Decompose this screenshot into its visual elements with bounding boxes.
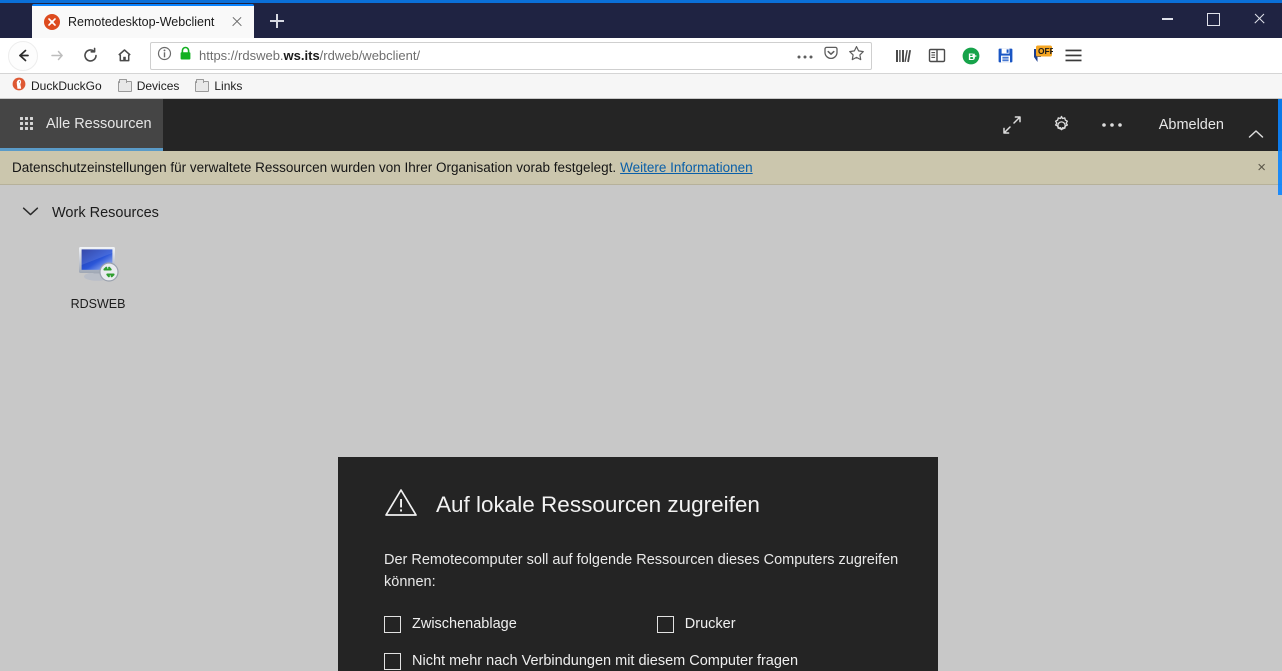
- rdweb-header: Alle Ressourcen Abmelden: [0, 99, 1282, 151]
- scrollbar-thumb[interactable]: [1278, 99, 1282, 195]
- local-resources-dialog: Auf lokale Ressourcen zugreifen Der Remo…: [338, 457, 938, 671]
- checkbox-zwischenablage[interactable]: Zwischenablage: [384, 615, 517, 633]
- url-text[interactable]: https://rdsweb.ws.its/rdweb/webclient/: [199, 48, 420, 63]
- checkbox-label: Drucker: [684, 616, 736, 633]
- minimize-icon[interactable]: [1144, 0, 1190, 38]
- browser-window: Remotedesktop-Webclient https://rdsweb.w…: [0, 0, 1282, 671]
- navigation-toolbar: https://rdsweb.ws.its/rdweb/webclient/ B…: [0, 38, 1282, 74]
- checkbox-label: Zwischenablage: [412, 616, 517, 633]
- notification-text: Datenschutzeinstellungen für verwaltete …: [12, 160, 617, 175]
- dialog-title: Auf lokale Ressourcen zugreifen: [436, 492, 760, 517]
- page-info-icon[interactable]: [157, 46, 172, 66]
- remote-desktop-icon: [74, 241, 122, 290]
- forward-arrow-icon: [40, 41, 72, 71]
- ellipsis-icon[interactable]: [1087, 99, 1137, 151]
- checkbox-box[interactable]: [384, 615, 401, 633]
- tab-title: Remotedesktop-Webclient: [68, 15, 215, 29]
- grid-icon: [20, 117, 33, 130]
- checkbox-box[interactable]: [384, 652, 401, 670]
- dialog-body-text: Der Remotecomputer soll auf folgende Res…: [384, 552, 899, 591]
- expand-arrows-icon[interactable]: [987, 99, 1037, 151]
- page-scrollbar[interactable]: [1278, 99, 1282, 671]
- bookmark-links[interactable]: Links: [189, 77, 248, 95]
- checkbox-box[interactable]: [656, 615, 674, 633]
- rdweb-header-actions: Abmelden: [987, 99, 1282, 151]
- folder-icon: [117, 78, 132, 92]
- notification-close-icon[interactable]: ×: [1253, 160, 1270, 175]
- window-controls: [1144, 0, 1282, 38]
- dialog-checkbox-row-2: Nicht mehr nach Verbindungen mit diesem …: [384, 652, 892, 670]
- library-icon[interactable]: [888, 41, 918, 71]
- svg-text:OFF: OFF: [1038, 46, 1053, 56]
- resource-group-work-resources[interactable]: Work Resources: [22, 201, 1282, 225]
- privacy-notification-bar: Datenschutzeinstellungen für verwaltete …: [0, 151, 1282, 185]
- hamburger-menu-icon[interactable]: [1058, 41, 1088, 71]
- save-page-icon[interactable]: [990, 41, 1020, 71]
- signout-button[interactable]: Abmelden: [1137, 117, 1238, 133]
- gear-icon[interactable]: [1037, 99, 1087, 151]
- resource-tile-rdsweb[interactable]: RDSWEB: [50, 241, 146, 311]
- address-bar-actions: [788, 45, 865, 66]
- tab-close-icon[interactable]: [228, 13, 246, 31]
- folder-icon: [195, 78, 210, 92]
- chevron-down-icon[interactable]: [22, 204, 39, 222]
- address-bar[interactable]: https://rdsweb.ws.its/rdweb/webclient/: [150, 41, 872, 70]
- reload-icon[interactable]: [74, 41, 106, 71]
- star-icon[interactable]: [848, 45, 865, 66]
- tab-strip: Remotedesktop-Webclient: [0, 0, 1282, 38]
- checkbox-label: Nicht mehr nach Verbindungen mit diesem …: [412, 653, 799, 670]
- lock-icon[interactable]: [179, 46, 192, 66]
- page-content: Alle Ressourcen Abmelden Datenschutzeins…: [0, 99, 1282, 671]
- rdp-favicon: [44, 14, 60, 30]
- noscript-icon[interactable]: OFF: [1024, 41, 1054, 71]
- maximize-icon[interactable]: [1190, 0, 1236, 38]
- back-arrow-icon[interactable]: [8, 40, 38, 71]
- checkbox-nicht-mehr-fragen[interactable]: Nicht mehr nach Verbindungen mit diesem …: [384, 652, 799, 670]
- warning-triangle-icon: [384, 487, 418, 523]
- bookmark-devices[interactable]: Devices: [112, 77, 186, 95]
- bitwarden-icon[interactable]: B: [956, 41, 986, 71]
- ellipsis-icon[interactable]: [796, 47, 814, 65]
- pocket-icon[interactable]: [823, 45, 839, 66]
- tab-alle-ressourcen[interactable]: Alle Ressourcen: [0, 99, 163, 151]
- browser-tab-remotedesktop[interactable]: Remotedesktop-Webclient: [32, 4, 254, 38]
- resource-group-title: Work Resources: [52, 205, 159, 221]
- checkbox-drucker[interactable]: Drucker: [656, 615, 736, 633]
- resource-tile-label: RDSWEB: [70, 297, 126, 311]
- dialog-checkbox-row-1: Zwischenablage Drucker: [384, 615, 892, 633]
- bookmark-duckduckgo[interactable]: DuckDuckGo: [6, 75, 108, 98]
- duckduckgo-icon: [12, 77, 26, 96]
- toolbar-extensions: B OFF: [888, 41, 1088, 71]
- bookmarks-toolbar: DuckDuckGo Devices Links: [0, 74, 1282, 99]
- notification-learn-more-link[interactable]: Weitere Informationen: [620, 160, 753, 175]
- bookmark-label: Links: [214, 79, 243, 93]
- tab-label: Alle Ressourcen: [46, 115, 152, 132]
- chevron-up-icon[interactable]: [1238, 99, 1274, 151]
- bookmark-label: DuckDuckGo: [31, 79, 102, 93]
- home-icon[interactable]: [108, 41, 140, 71]
- dialog-header: Auf lokale Ressourcen zugreifen: [384, 487, 892, 523]
- sidebar-icon[interactable]: [922, 41, 952, 71]
- new-tab-button[interactable]: [260, 4, 294, 38]
- close-icon[interactable]: [1236, 0, 1282, 38]
- bookmark-label: Devices: [136, 79, 180, 93]
